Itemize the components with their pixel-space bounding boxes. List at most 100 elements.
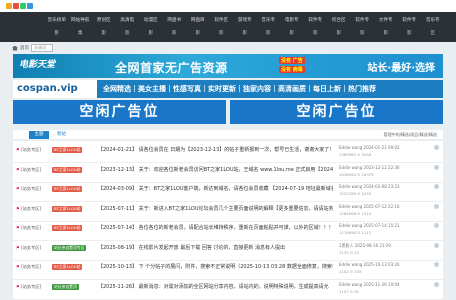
thread-title[interactable]: 【2025-11-26】 最新消息：对需对添加的全区网站分享内容，请站内的，说明… [98, 283, 333, 290]
nav-item[interactable]: 影 [116, 27, 140, 40]
home-icon[interactable] [12, 45, 18, 51]
forum-label[interactable]: ⚑ [站务专区] [16, 264, 41, 270]
forum-name: [站务专区] [21, 166, 42, 172]
nav-item[interactable]: 网盘目 [186, 14, 210, 27]
tab-new[interactable]: 新帖 [57, 131, 66, 139]
nav-item[interactable]: 影 [304, 27, 328, 40]
forum-label[interactable]: ⚑ [站务专区] [16, 147, 41, 153]
thread-badge[interactable]: BT之家1LOU站 [52, 225, 83, 231]
nav-item[interactable]: 影 [398, 27, 422, 40]
thread-badge[interactable]: BT之家1LOU站 [52, 186, 83, 192]
avatar-icon[interactable] [434, 223, 439, 228]
nav-item[interactable]: 电影专 [280, 14, 304, 27]
nav-item[interactable]: 影 [233, 27, 257, 40]
thread-title[interactable]: 【2025-07-14】 各位各位的新老会员，请配合站长维持秩序，重新在页面粘贴… [98, 224, 333, 231]
nav-item[interactable]: 影 [210, 27, 234, 40]
banner-ad-1[interactable]: 电影天堂 全网首家无广告资源 没有 广告 没有 病毒 站长·最好·选择 [13, 54, 443, 78]
banner2-brand: cospan.vip [13, 80, 97, 98]
thread-badge[interactable]: BT之家1LOU站 [52, 147, 83, 153]
avatar-icon[interactable] [434, 262, 439, 267]
nav-item[interactable]: 高清电 [116, 14, 140, 27]
nav-item[interactable]: 影 [139, 27, 163, 40]
thread-stats: 1222399 ⊙ 2450 [339, 191, 372, 196]
forum-label[interactable]: ⚑ [站务专区] [16, 206, 41, 212]
nav-item[interactable]: 影 [186, 27, 210, 40]
thread-row[interactable]: ⚑ [站务专区] 站长亲自置顶 【2025-11-26】 最新消息：对需对添加的全区… [13, 278, 443, 300]
avatar-icon[interactable] [434, 242, 439, 248]
nav-item[interactable]: 影 [257, 27, 281, 40]
ad-slot-2[interactable]: 空闲广告位 [230, 100, 443, 124]
forum-label[interactable]: ⚑ [站务专区] [16, 225, 41, 231]
forum-label[interactable]: ⚑ [站务专区] [16, 186, 41, 192]
nav-item[interactable]: 软件专 [304, 14, 328, 27]
thread-title[interactable]: 【2025-10-13】 下 个分帖子的展闪，附件，搜索不正常说明（2025-1… [98, 263, 333, 270]
nav-item[interactable]: 影 [280, 27, 304, 40]
thread-title[interactable]: 【2024-01-21】 请各位会员在 日期为【2023-12-13】的帖子重新… [98, 146, 333, 153]
thread-author-date: Eddie wang 2024-01-21 09:02 [339, 145, 400, 150]
thread-badge[interactable]: BT之家1LOU站 [52, 264, 83, 270]
thread-badge[interactable]: 站长亲自置顶 [52, 283, 79, 290]
thread-badge[interactable]: BT之家1LOU站 [52, 166, 83, 173]
thread-title[interactable]: 【2024-03-09】 关于：BT之家1LOU客户端，新达到域名，请各位会员收… [98, 185, 333, 192]
thread-author-date: Eddie wang 2025-11-26 10:04 [339, 281, 400, 287]
forum-name: [站务专区] [21, 186, 42, 191]
nav-item[interactable]: 动漫区 [139, 14, 163, 27]
avatar-icon[interactable] [434, 184, 439, 189]
nav-item[interactable]: 区 [421, 27, 445, 40]
breadcrumb-home[interactable]: 首页 [20, 45, 29, 51]
nav-item[interactable]: 影 [374, 27, 398, 40]
nav-item[interactable]: 音乐专 [421, 14, 445, 27]
avatar-icon[interactable] [434, 281, 439, 287]
thread-badge[interactable]: 站长亲自置顶专区 [52, 244, 87, 251]
tab-topics[interactable]: 主题 [29, 131, 49, 139]
flag-icon: ⚑ [16, 225, 20, 230]
avatar-icon[interactable] [434, 164, 439, 170]
thread-stats: 1636494 ⊙ 18375 [339, 171, 374, 177]
flag-icon: ⚑ [16, 264, 20, 269]
avatar-icon[interactable] [434, 203, 439, 209]
forum-name: [站务专区] [21, 225, 42, 230]
nav-item[interactable]: 影 [92, 27, 116, 40]
thread-title[interactable]: 【2023-12-13】 关于：欢迎各位新老会员访问BT之家1LOU站，王域名 … [98, 166, 333, 173]
forum-label[interactable]: ⚑ [站务专区] [16, 167, 41, 173]
forum-label[interactable]: ⚑ [站务专区] [16, 284, 41, 290]
nav-item[interactable]: 网盘书 [163, 14, 187, 27]
nav-item[interactable]: 软件专 [351, 14, 375, 27]
flag-icon: ⚑ [16, 244, 20, 250]
nav-item[interactable]: 综合区 [327, 14, 351, 27]
nav-item[interactable]: 软件区 [210, 14, 234, 27]
nav-item[interactable]: 网站导航 [69, 14, 93, 27]
thread-list: ⚑ [站务专区] BT之家1LOU站 【2024-01-21】 请各位会员在 日期为… [13, 141, 443, 300]
nav-item[interactable]: 游戏专 [233, 14, 257, 27]
nav-item[interactable]: 文件专 [374, 14, 398, 27]
forum-name: [站务专区] [21, 283, 42, 289]
forum-label[interactable]: ⚑ [站务专区] [16, 245, 41, 251]
nav-item[interactable]: 影 [351, 27, 375, 40]
thread-title[interactable]: 【2025-07-11】 关于：新进入BT之家1LOU论坛会员几个主要页面说明的… [98, 205, 333, 212]
nav-item[interactable]: 原创区 [92, 14, 116, 27]
banner-tag-1: 没有 广告 [279, 57, 305, 64]
banner-logo: 电影天堂 [19, 60, 56, 70]
tab-filters[interactable]: 管理中的/精选/成品/精选/精选 [384, 131, 437, 139]
nav-item[interactable]: 软件专 [398, 14, 422, 27]
search-input[interactable]: 关键词 [31, 44, 53, 52]
nav-item[interactable]: 音乐专 [257, 14, 281, 27]
site-logo[interactable] [6, 2, 33, 10]
banner-ad-2[interactable]: cospan.vip 全网精选｜美女主播｜性感写真｜实时更新｜独家内容｜高清画质… [13, 80, 443, 98]
forum-name: [站务专区] [21, 264, 42, 269]
avatar-icon[interactable] [434, 145, 439, 150]
nav-item[interactable]: 音乐榜单 [45, 14, 69, 27]
thread-title[interactable]: 【2025-08-19】 在线影片发起开放 最后下载 回答 讨论的，直接更新 消… [98, 244, 333, 251]
thread-stats: 1102 ⊙ 105 [339, 269, 362, 274]
nav-item[interactable]: 影 [163, 27, 187, 40]
flag-icon: ⚑ [16, 186, 20, 191]
nav-item[interactable]: 集 [69, 27, 93, 40]
ad-slot-1[interactable]: 空闲广告位 [13, 100, 226, 124]
banner-right-text: 站长·最好·选择 [367, 63, 435, 74]
category-nav: 音乐榜单 网站导航 原创区 高清电 动漫区 网盘书 网盘目 软件区 游戏专 音乐专 电影专 软件专 综合… [0, 12, 456, 42]
thread-badge[interactable]: BT之家1LOU站 [52, 205, 83, 212]
nav-item[interactable]: 影 [327, 27, 351, 40]
nav-item[interactable]: 影 [45, 27, 69, 40]
flag-icon: ⚑ [16, 205, 20, 211]
thread-author-date: Eddie wang 2023-12-12 22:36 [339, 164, 400, 170]
